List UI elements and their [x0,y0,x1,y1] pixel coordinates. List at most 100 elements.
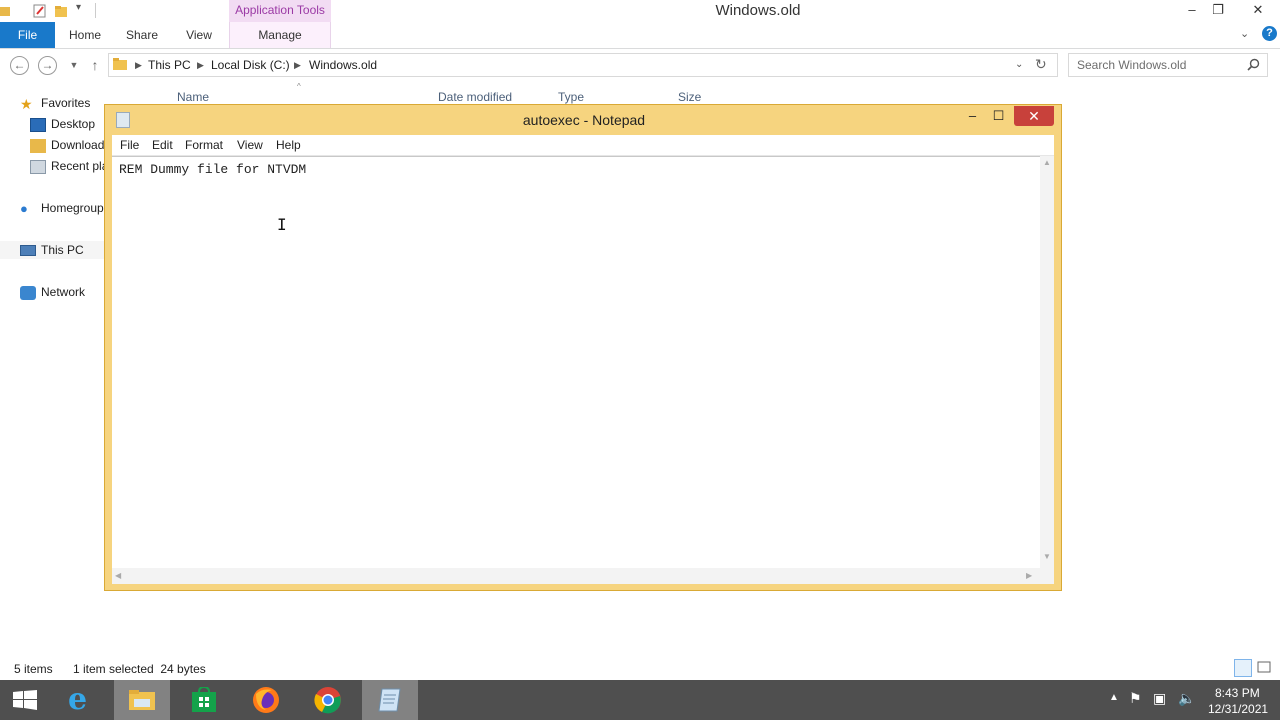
tab-home[interactable]: Home [62,22,108,48]
nav-homegroup[interactable]: ● Homegroup [20,199,104,217]
vertical-scrollbar[interactable]: ▲ ▼ [1040,156,1054,568]
action-center-flag-icon[interactable]: ⚑ [1129,690,1142,707]
expand-ribbon-icon[interactable]: ⌄ [1240,27,1249,40]
properties-icon[interactable] [33,4,47,18]
notepad-text-area[interactable]: REM Dummy file for NTVDM [112,156,1040,569]
search-input[interactable]: Search Windows.old [1077,58,1186,72]
nav-network-label: Network [41,285,86,299]
back-button[interactable]: ← [10,56,29,75]
column-size[interactable]: Size [678,90,701,104]
chrome-icon [314,687,341,714]
help-icon[interactable]: ? [1262,26,1277,41]
horizontal-scrollbar[interactable]: ◀ ▶ [112,568,1040,584]
nav-downloads[interactable]: Downloads [30,136,104,154]
address-dropdown-icon[interactable]: ⌄ [1015,59,1023,70]
computer-icon [20,245,36,257]
column-type[interactable]: Type [558,90,584,104]
notepad-maximize-button[interactable]: ☐ [985,106,1012,126]
column-date-modified[interactable]: Date modified [438,90,512,104]
file-explorer-taskbar-button[interactable] [114,680,170,720]
file-explorer-icon [129,690,155,710]
status-item-count: 5 items [14,662,53,676]
status-bar: 5 items 1 item selected 24 bytes [0,660,1280,680]
nav-downloads-label: Downloads [51,138,104,152]
close-button[interactable]: ✕ [1240,0,1276,22]
new-folder-icon[interactable] [54,4,68,18]
notepad-taskbar-button[interactable] [362,680,418,720]
network-status-icon[interactable]: ▣ [1153,690,1166,707]
scroll-left-icon[interactable]: ◀ [115,571,121,580]
customize-qat-dropdown-icon[interactable]: ▾ [76,2,81,13]
menu-view[interactable]: View [237,138,263,152]
column-name[interactable]: Name [177,90,209,104]
breadcrumb-local-disk[interactable]: Local Disk (C:) [211,58,290,72]
recent-places-icon [30,159,46,174]
details-view-icon[interactable] [1234,659,1252,677]
start-button[interactable] [0,680,52,720]
notepad-menubar: File Edit Format View Help [112,135,1054,156]
tab-manage[interactable]: Manage [229,22,331,48]
explorer-title-bar: ▾ Application Tools Windows.old – ❐ ✕ [0,0,1280,22]
internet-explorer-icon: e [68,682,88,717]
tab-file[interactable]: File [0,22,55,48]
sort-ascending-icon: ^ [297,82,301,91]
notepad-content: REM Dummy file for NTVDM [119,162,307,177]
qat-divider [95,3,96,18]
nav-this-pc[interactable]: This PC [0,241,104,259]
store-taskbar-button[interactable] [176,680,232,720]
menu-file[interactable]: File [120,138,139,152]
up-button[interactable]: ↑ [85,56,105,76]
nav-desktop-label: Desktop [51,117,96,131]
internet-explorer-taskbar-button[interactable]: e [54,680,110,720]
search-box[interactable]: Search Windows.old [1068,53,1268,77]
notepad-icon [378,688,401,712]
notepad-close-button[interactable]: ✕ [1014,106,1054,126]
chevron-right-icon: ▶ [197,60,204,70]
tab-view[interactable]: View [178,22,220,48]
nav-this-pc-label: This PC [41,243,84,257]
breadcrumb-windows-old[interactable]: Windows.old [309,58,377,72]
scroll-down-icon[interactable]: ▼ [1043,552,1051,561]
minimize-button[interactable]: – [1178,0,1206,22]
address-row: ← → ▼ ↑ ▶ This PC ▶ Local Disk (C:) ▶ Wi… [0,49,1280,81]
firefox-taskbar-button[interactable] [238,680,294,720]
clock-time[interactable]: 8:43 PM [1215,686,1260,700]
nav-favorites[interactable]: ★ Favorites [20,94,90,112]
refresh-icon[interactable]: ↻ [1035,56,1047,73]
notepad-minimize-button[interactable]: – [959,106,986,126]
menu-help[interactable]: Help [276,138,301,152]
large-icons-view-icon[interactable] [1256,659,1274,677]
chevron-right-icon: ▶ [294,60,301,70]
ribbon-tabs: File Home Share View Manage ⌄ ? [0,22,1280,49]
menu-format[interactable]: Format [185,138,223,152]
store-icon [192,687,216,712]
show-hidden-icons-icon[interactable]: ▲ [1109,692,1119,703]
nav-recent-places[interactable]: Recent places [30,157,104,175]
chevron-right-icon: ▶ [135,60,142,70]
chrome-taskbar-button[interactable] [300,680,356,720]
status-selection: 1 item selected 24 bytes [73,662,206,676]
resize-grip[interactable] [1040,568,1054,584]
volume-icon[interactable]: 🔈 [1178,690,1195,707]
clock-date[interactable]: 12/31/2021 [1208,702,1268,716]
firefox-icon [253,687,279,713]
nav-network[interactable]: Network [20,283,85,301]
nav-favorites-label: Favorites [41,96,91,110]
notepad-title-bar[interactable]: autoexec - Notepad – ☐ ✕ [105,105,1061,135]
nav-desktop[interactable]: Desktop [30,115,104,133]
restore-button[interactable]: ❐ [1204,0,1232,22]
search-icon [1247,58,1260,71]
scroll-right-icon[interactable]: ▶ [1026,571,1032,580]
star-icon: ★ [20,95,33,112]
address-bar[interactable]: ▶ This PC ▶ Local Disk (C:) ▶ Windows.ol… [108,53,1058,77]
forward-button[interactable]: → [38,56,57,75]
window-title: Windows.old [715,2,801,19]
tab-share[interactable]: Share [120,22,164,48]
scroll-up-icon[interactable]: ▲ [1043,158,1051,167]
menu-edit[interactable]: Edit [152,138,173,152]
network-icon [20,285,36,300]
recent-locations-icon[interactable]: ▼ [64,56,84,76]
folder-icon [113,58,127,70]
breadcrumb-this-pc[interactable]: This PC [148,58,191,72]
desktop-icon [30,117,46,132]
